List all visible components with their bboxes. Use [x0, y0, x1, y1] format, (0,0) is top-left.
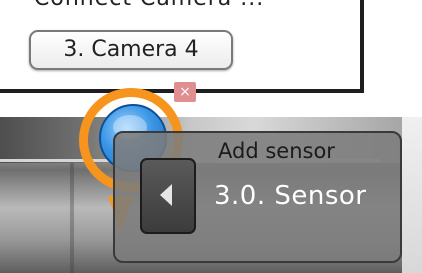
- sensor-name-label[interactable]: 3.0. Sensor: [214, 181, 367, 211]
- left-arrow-icon: [160, 184, 172, 206]
- video-background-strip: [402, 117, 422, 273]
- close-icon[interactable]: ×: [174, 82, 196, 102]
- camera-chip[interactable]: 3. Camera 4: [29, 30, 233, 70]
- popup-title: Add sensor: [218, 139, 335, 163]
- panel-border-vertical: [360, 0, 364, 92]
- partial-header-text: Connect Camera ...: [34, 0, 264, 11]
